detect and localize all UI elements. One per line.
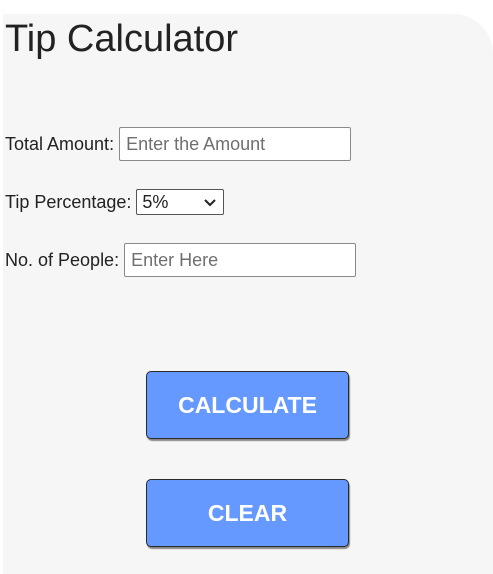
total-amount-row: Total Amount: — [5, 127, 352, 161]
total-amount-label: Total Amount: — [5, 133, 115, 154]
people-label: No. of People: — [5, 249, 120, 270]
total-amount-input[interactable] — [119, 127, 352, 161]
page-title: Tip Calculator — [5, 18, 239, 60]
tip-percentage-value: 5% — [142, 191, 169, 212]
tip-percentage-row: Tip Percentage: 5% — [5, 189, 225, 215]
clear-button[interactable]: CLEAR — [146, 479, 349, 547]
chevron-down-icon — [204, 199, 217, 207]
tip-percentage-select[interactable]: 5% — [136, 189, 225, 215]
tip-percentage-label: Tip Percentage: — [5, 191, 132, 212]
calculate-button[interactable]: CALCULATE — [146, 371, 349, 439]
people-input[interactable] — [124, 243, 357, 277]
people-row: No. of People: — [5, 243, 357, 277]
